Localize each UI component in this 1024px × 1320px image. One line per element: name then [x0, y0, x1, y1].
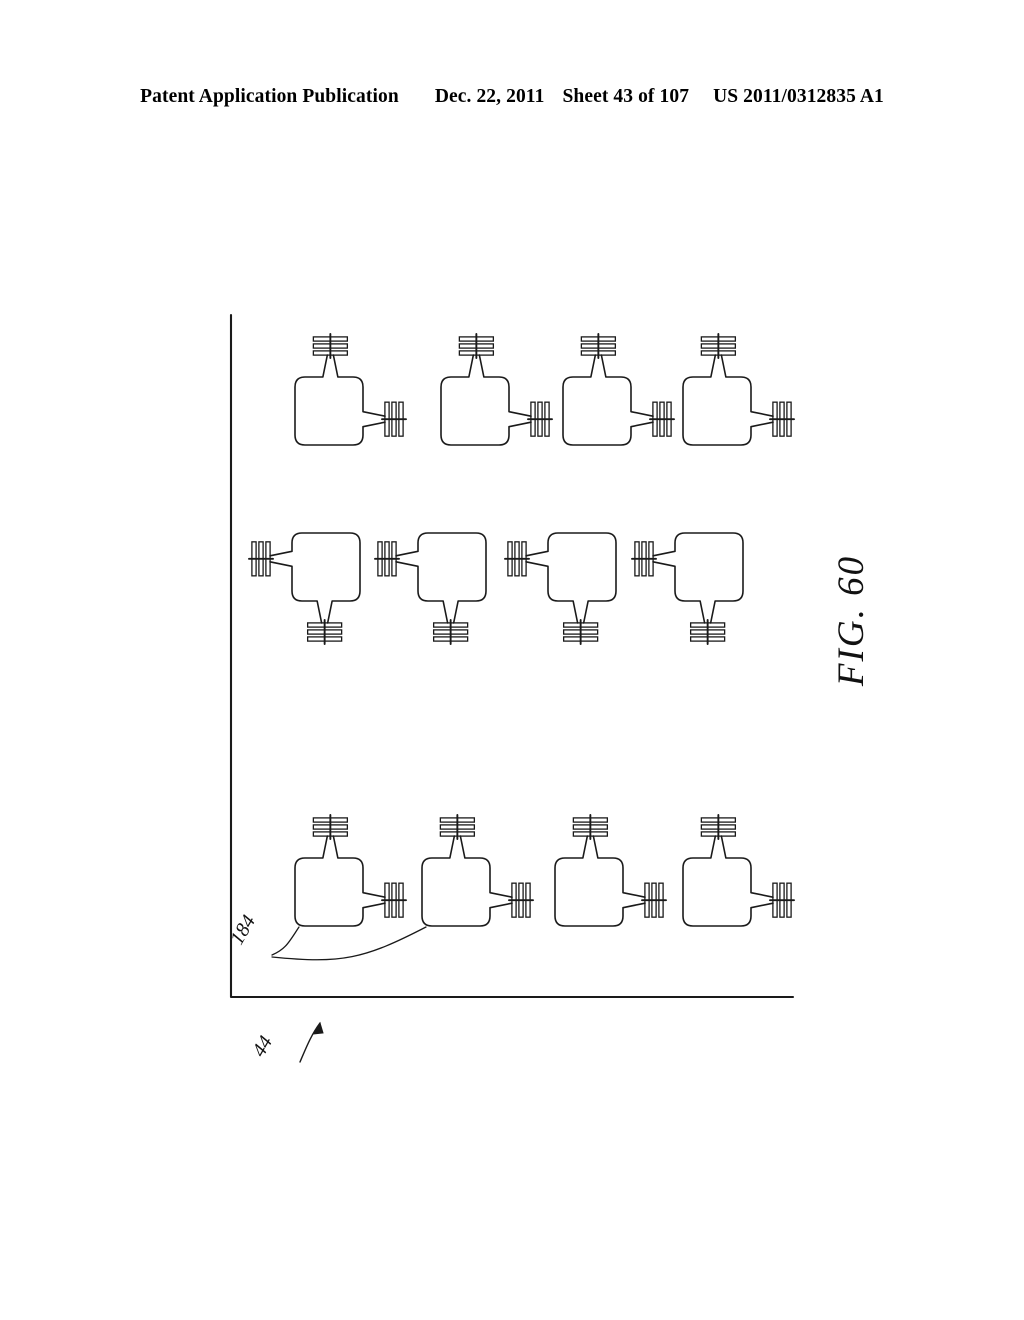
leader-line-184-a: [271, 926, 300, 956]
cell-4: [248, 532, 361, 645]
cell-11: [682, 814, 795, 927]
cell-0: [294, 333, 407, 446]
cell-1: [440, 333, 553, 446]
cell-1-body: [440, 354, 532, 446]
cell-2: [562, 333, 675, 446]
cell-array: [248, 333, 795, 927]
cell-5-body: [395, 532, 487, 624]
cell-8-body: [294, 835, 386, 927]
cell-10: [554, 814, 667, 927]
cell-4-body: [269, 532, 361, 624]
cell-7: [631, 532, 744, 645]
cell-9-body: [421, 835, 513, 927]
cell-3: [682, 333, 795, 446]
cell-11-body: [682, 835, 774, 927]
figure-drawing-area: [0, 0, 1024, 1320]
leader-lines: [271, 926, 427, 1063]
cell-10-body: [554, 835, 646, 927]
cell-8: [294, 814, 407, 927]
cell-2-body: [562, 354, 654, 446]
cell-3-body: [682, 354, 774, 446]
cell-5: [374, 532, 487, 645]
cell-6-body: [525, 532, 617, 624]
cell-7-body: [652, 532, 744, 624]
cell-9: [421, 814, 534, 927]
cell-6: [504, 532, 617, 645]
cell-0-body: [294, 354, 386, 446]
figure-svg-canvas: [229, 313, 795, 1063]
